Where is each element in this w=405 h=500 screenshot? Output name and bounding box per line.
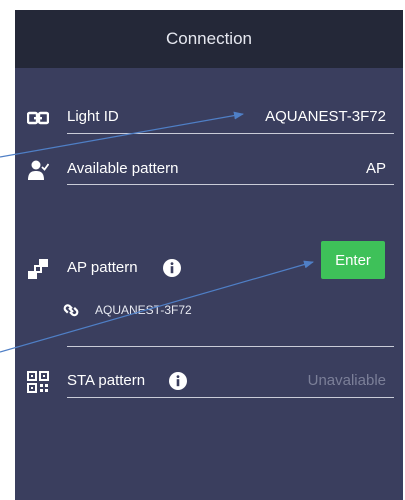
available-pattern-label: Available pattern bbox=[67, 160, 179, 177]
id-card-icon bbox=[27, 111, 49, 125]
divider bbox=[67, 133, 394, 134]
info-icon[interactable] bbox=[162, 258, 182, 278]
ap-network-icon bbox=[28, 259, 48, 279]
light-id-row: Light ID AQUANEST-3F72 bbox=[15, 97, 403, 137]
user-check-icon bbox=[28, 160, 49, 180]
link-icon bbox=[63, 304, 79, 317]
enter-button[interactable]: Enter bbox=[321, 241, 385, 279]
page-title: Connection bbox=[165, 29, 252, 48]
qr-scan-icon bbox=[27, 371, 49, 393]
divider bbox=[67, 346, 394, 347]
connection-screen: Connection Light ID AQUANEST-3F72 Availa… bbox=[15, 10, 403, 500]
ap-pattern-label: AP pattern bbox=[67, 259, 138, 276]
sta-pattern-row: STA pattern Unavaliable bbox=[15, 361, 403, 401]
light-id-value: AQUANEST-3F72 bbox=[265, 108, 386, 125]
header-bar: Connection bbox=[15, 10, 403, 68]
ap-ssid-text: AQUANEST-3F72 bbox=[95, 303, 192, 317]
sta-pattern-status: Unavaliable bbox=[307, 372, 386, 389]
sta-pattern-label: STA pattern bbox=[67, 372, 146, 389]
available-pattern-row: Available pattern AP bbox=[15, 149, 403, 189]
available-pattern-value: AP bbox=[365, 160, 386, 177]
light-id-label: Light ID bbox=[67, 108, 119, 125]
info-icon[interactable] bbox=[168, 371, 188, 391]
divider bbox=[67, 397, 394, 398]
divider bbox=[67, 184, 394, 185]
